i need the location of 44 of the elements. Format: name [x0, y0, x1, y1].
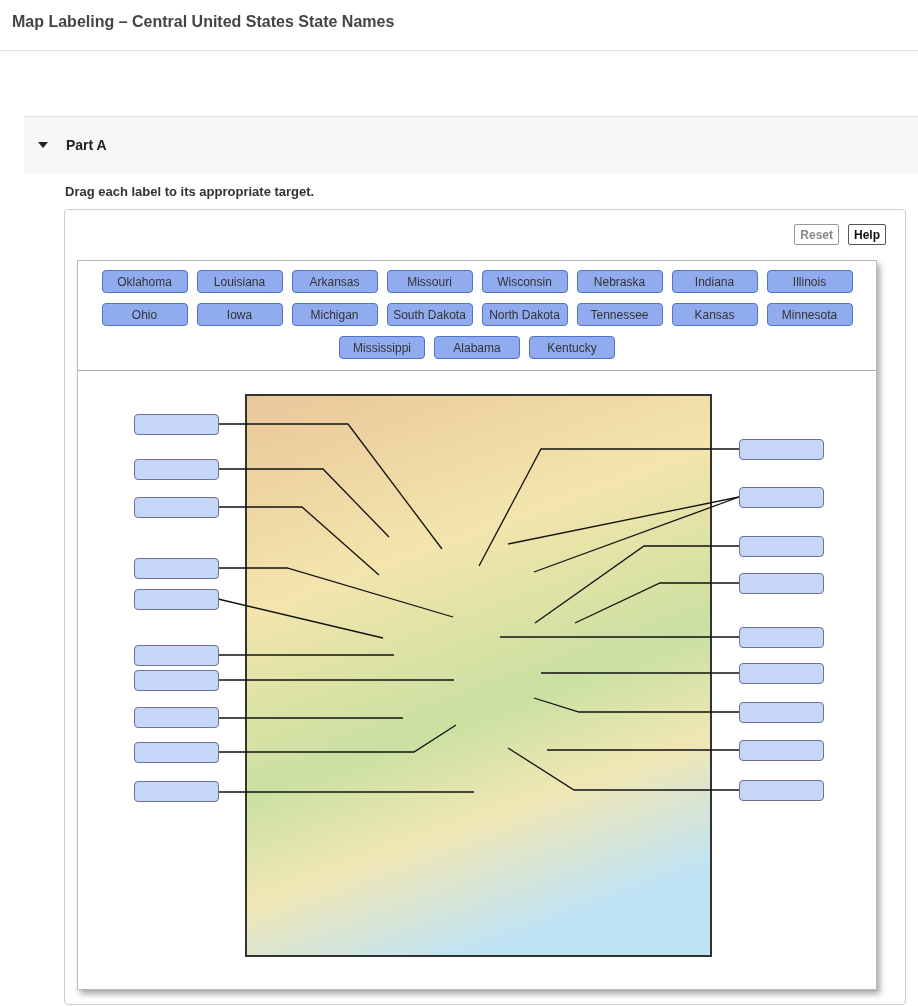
- draggable-label[interactable]: Nebraska: [576, 270, 663, 293]
- drop-target[interactable]: [739, 627, 824, 648]
- page-title: Map Labeling – Central United States State Names: [12, 13, 395, 32]
- instruction-text: Drag each label to its appropriate target.: [65, 184, 316, 199]
- collapse-triangle-icon[interactable]: [38, 142, 48, 148]
- part-title: Part A: [66, 137, 107, 153]
- draggable-label[interactable]: South Dakota: [386, 303, 473, 326]
- drop-target[interactable]: [134, 707, 219, 728]
- draggable-label[interactable]: Alabama: [434, 336, 520, 359]
- drop-target[interactable]: [739, 780, 824, 801]
- draggable-label[interactable]: Iowa: [196, 303, 283, 326]
- drop-target[interactable]: [134, 645, 219, 666]
- part-header[interactable]: Part A: [24, 116, 918, 173]
- drop-target[interactable]: [134, 459, 219, 480]
- drop-target[interactable]: [739, 740, 824, 761]
- draggable-label[interactable]: Arkansas: [291, 270, 378, 293]
- drop-target[interactable]: [134, 414, 219, 435]
- toolbar-button[interactable]: Help: [848, 224, 886, 245]
- draggable-label[interactable]: Minnesota: [766, 303, 853, 326]
- draggable-label[interactable]: Michigan: [291, 303, 378, 326]
- draggable-label[interactable]: Ohio: [101, 303, 188, 326]
- drop-target[interactable]: [134, 558, 219, 579]
- draggable-label[interactable]: Wisconsin: [481, 270, 568, 293]
- drop-target[interactable]: [134, 497, 219, 518]
- draggable-label[interactable]: Illinois: [766, 270, 853, 293]
- drop-target[interactable]: [134, 742, 219, 763]
- drop-target[interactable]: [739, 573, 824, 594]
- draggable-label[interactable]: Louisiana: [196, 270, 283, 293]
- draggable-label[interactable]: Kentucky: [529, 336, 615, 359]
- draggable-label[interactable]: Missouri: [386, 270, 473, 293]
- draggable-label[interactable]: North Dakota: [481, 303, 568, 326]
- draggable-label[interactable]: Indiana: [671, 270, 758, 293]
- draggable-label[interactable]: Mississippi: [339, 336, 425, 359]
- drop-target[interactable]: [739, 439, 824, 460]
- drop-target[interactable]: [739, 536, 824, 557]
- drop-target[interactable]: [739, 702, 824, 723]
- draggable-label[interactable]: Kansas: [671, 303, 758, 326]
- draggable-label[interactable]: Tennessee: [576, 303, 663, 326]
- drop-target[interactable]: [134, 670, 219, 691]
- drop-target[interactable]: [134, 781, 219, 802]
- drop-target[interactable]: [739, 487, 824, 508]
- drop-target[interactable]: [134, 589, 219, 610]
- drop-target[interactable]: [739, 663, 824, 684]
- draggable-label[interactable]: Oklahoma: [101, 270, 188, 293]
